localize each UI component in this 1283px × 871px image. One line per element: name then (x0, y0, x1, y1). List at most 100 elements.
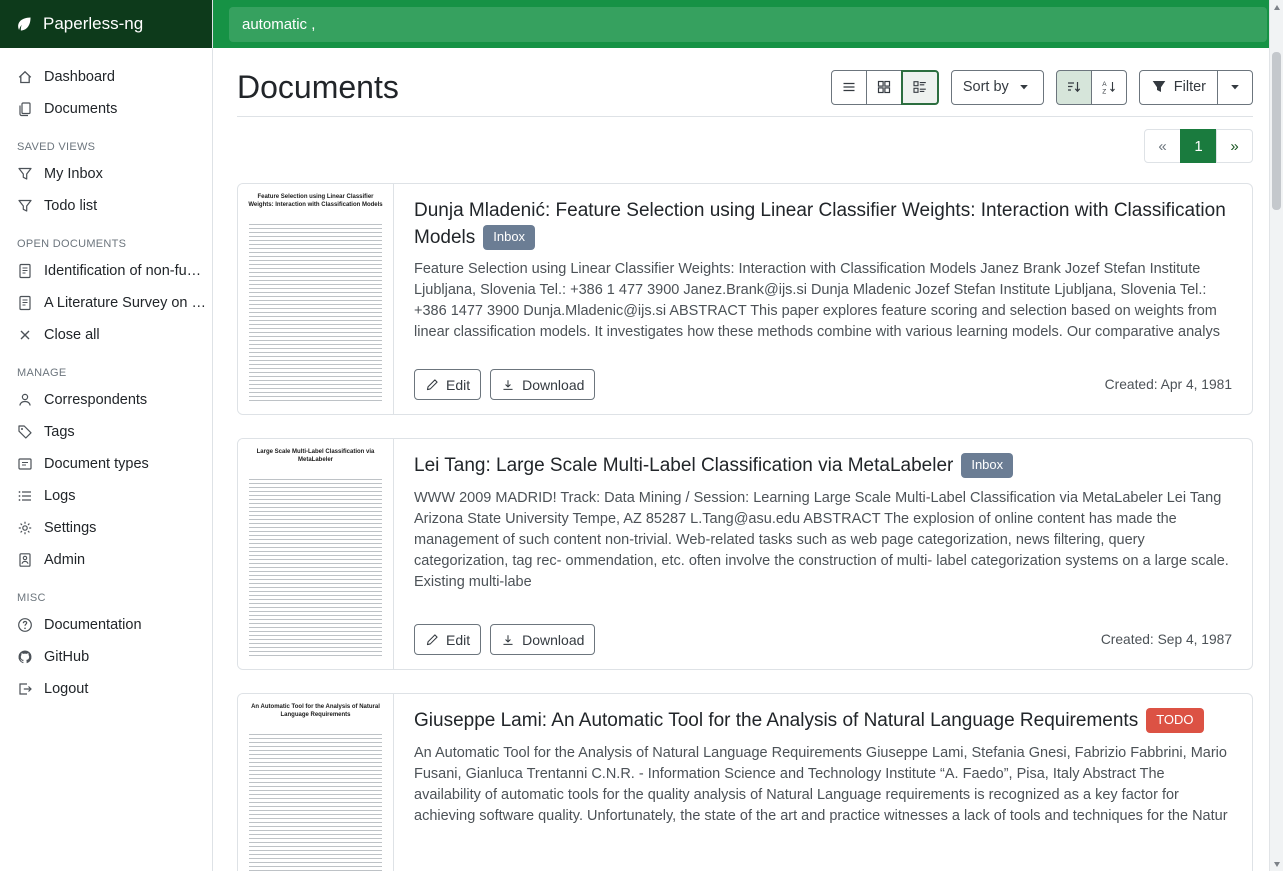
download-button[interactable]: Download (490, 369, 595, 400)
sort-by-label: Sort by (963, 79, 1009, 95)
edit-button[interactable]: Edit (414, 369, 481, 400)
document-title-link[interactable]: Giuseppe Lami: An Automatic Tool for the… (414, 710, 1138, 731)
pencil-icon (425, 378, 439, 392)
download-label: Download (522, 377, 584, 393)
main-area: Documents Sort by (213, 0, 1283, 871)
document-title: Dunja Mladenić: Feature Selection using … (414, 198, 1232, 250)
sidebar-item-correspondents[interactable]: Correspondents (0, 384, 212, 416)
sidebar-item-settings[interactable]: Settings (0, 512, 212, 544)
scrollbar-thumb[interactable] (1272, 52, 1281, 210)
sort-alphabetical-button[interactable] (1091, 70, 1127, 105)
documents-toolbar: Sort by Filter (831, 70, 1253, 105)
app-window: Paperless-ng Dashboard Documents SAVED V… (0, 0, 1283, 871)
caret-down-icon (1227, 79, 1243, 95)
view-list-button[interactable] (831, 70, 867, 105)
sidebar-item-documents[interactable]: Documents (0, 93, 212, 125)
tag-badge[interactable]: Inbox (961, 453, 1013, 478)
nav-label: Tags (44, 424, 75, 440)
created-date: Created: Apr 4, 1981 (1105, 377, 1232, 392)
nav-label: Identification of non-fu… (44, 263, 201, 279)
document-title-link[interactable]: Dunja Mladenić: Feature Selection using … (414, 200, 1226, 247)
pagination-prev-button[interactable]: « (1144, 129, 1181, 163)
pagination-next-button[interactable]: » (1216, 129, 1253, 163)
sidebar-item-documentation[interactable]: Documentation (0, 609, 212, 641)
tag-badge[interactable]: Inbox (483, 225, 535, 250)
sidebar-item-document-types[interactable]: Document types (0, 448, 212, 480)
edit-button[interactable]: Edit (414, 624, 481, 655)
view-grid-button[interactable] (866, 70, 902, 105)
filter-label: Filter (1174, 79, 1206, 95)
tag-badge[interactable]: TODO (1146, 708, 1203, 733)
pagination-row: « 1 » (237, 129, 1253, 163)
global-search-input[interactable] (229, 7, 1267, 42)
misc-section-title: MISC (0, 576, 212, 609)
document-title: Giuseppe Lami: An Automatic Tool for the… (414, 708, 1232, 734)
document-excerpt: An Automatic Tool for the Analysis of Na… (414, 743, 1232, 827)
nav-label: Documents (44, 101, 117, 117)
sidebar-item-dashboard[interactable]: Dashboard (0, 61, 212, 93)
view-mode-group (831, 70, 939, 105)
sidebar-item-close-all[interactable]: Close all (0, 319, 212, 351)
download-button[interactable]: Download (490, 624, 595, 655)
list-icon (17, 488, 33, 504)
document-actions: Edit Download (414, 369, 595, 400)
sidebar-item-logout[interactable]: Logout (0, 673, 212, 705)
filter-button[interactable]: Filter (1139, 70, 1218, 105)
page-title: Documents (237, 68, 399, 106)
sidebar-item-logs[interactable]: Logs (0, 480, 212, 512)
scroll-down-arrow-icon[interactable] (1270, 857, 1283, 871)
sort-by-button[interactable]: Sort by (951, 70, 1044, 105)
filter-dropdown-toggle[interactable] (1217, 70, 1253, 105)
logout-icon (17, 681, 33, 697)
thumbnail-title: Feature Selection using Linear Classifie… (248, 193, 383, 209)
document-card: Large Scale Multi-Label Classification v… (237, 438, 1253, 670)
dashboard-icon (17, 69, 33, 85)
document-excerpt: WWW 2009 MADRID! Track: Data Mining / Se… (414, 488, 1232, 593)
pagination: « 1 » (1144, 129, 1253, 163)
view-details-button[interactable] (901, 70, 939, 105)
person-badge-icon (17, 552, 33, 568)
sort-alpha-icon (1101, 79, 1117, 95)
sort-descending-button[interactable] (1056, 70, 1092, 105)
nav-label: Document types (44, 456, 149, 472)
sidebar-item-todo-list[interactable]: Todo list (0, 190, 212, 222)
document-thumbnail[interactable]: An Automatic Tool for the Analysis of Na… (238, 694, 394, 871)
document-card-footer: Edit Download Created: Sep 4, 1987 (414, 624, 1232, 655)
sidebar-item-my-inbox[interactable]: My Inbox (0, 158, 212, 190)
app-brand[interactable]: Paperless-ng (0, 0, 212, 48)
pagination-page-1[interactable]: 1 (1180, 129, 1217, 163)
document-thumbnail[interactable]: Large Scale Multi-Label Classification v… (238, 439, 394, 669)
paperless-logo-icon (15, 15, 33, 33)
thumbnail-title: An Automatic Tool for the Analysis of Na… (248, 703, 383, 719)
sidebar-item-open-document-2[interactable]: A Literature Survey on … (0, 287, 212, 319)
document-thumbnail[interactable]: Feature Selection using Linear Classifie… (238, 184, 394, 414)
scroll-up-arrow-icon[interactable] (1270, 0, 1283, 14)
vertical-scrollbar[interactable] (1269, 0, 1283, 871)
nav-label: My Inbox (44, 166, 103, 182)
app-title: Paperless-ng (43, 14, 143, 34)
question-circle-icon (17, 617, 33, 633)
saved-views-section-title: SAVED VIEWS (0, 125, 212, 158)
gear-icon (17, 520, 33, 536)
sort-direction-group (1056, 70, 1127, 105)
nav-label: A Literature Survey on … (44, 295, 206, 311)
sidebar-item-tags[interactable]: Tags (0, 416, 212, 448)
github-icon (17, 649, 33, 665)
document-title: Lei Tang: Large Scale Multi-Label Classi… (414, 453, 1232, 479)
document-title-link[interactable]: Lei Tang: Large Scale Multi-Label Classi… (414, 455, 953, 476)
pencil-icon (425, 633, 439, 647)
edit-label: Edit (446, 377, 470, 393)
nav-label: Logout (44, 681, 88, 697)
sidebar-nav: Dashboard Documents SAVED VIEWS My Inbox… (0, 48, 212, 705)
funnel-fill-icon (1151, 79, 1167, 95)
sidebar-item-open-document-1[interactable]: Identification of non-fu… (0, 255, 212, 287)
created-date: Created: Sep 4, 1987 (1101, 632, 1232, 647)
nav-label: Todo list (44, 198, 97, 214)
sort-amount-down-icon (1066, 79, 1082, 95)
filter-split-button: Filter (1139, 70, 1253, 105)
document-card: An Automatic Tool for the Analysis of Na… (237, 693, 1253, 871)
nav-label: Settings (44, 520, 96, 536)
sidebar-item-github[interactable]: GitHub (0, 641, 212, 673)
document-card-body: Dunja Mladenić: Feature Selection using … (394, 184, 1252, 414)
sidebar-item-admin[interactable]: Admin (0, 544, 212, 576)
